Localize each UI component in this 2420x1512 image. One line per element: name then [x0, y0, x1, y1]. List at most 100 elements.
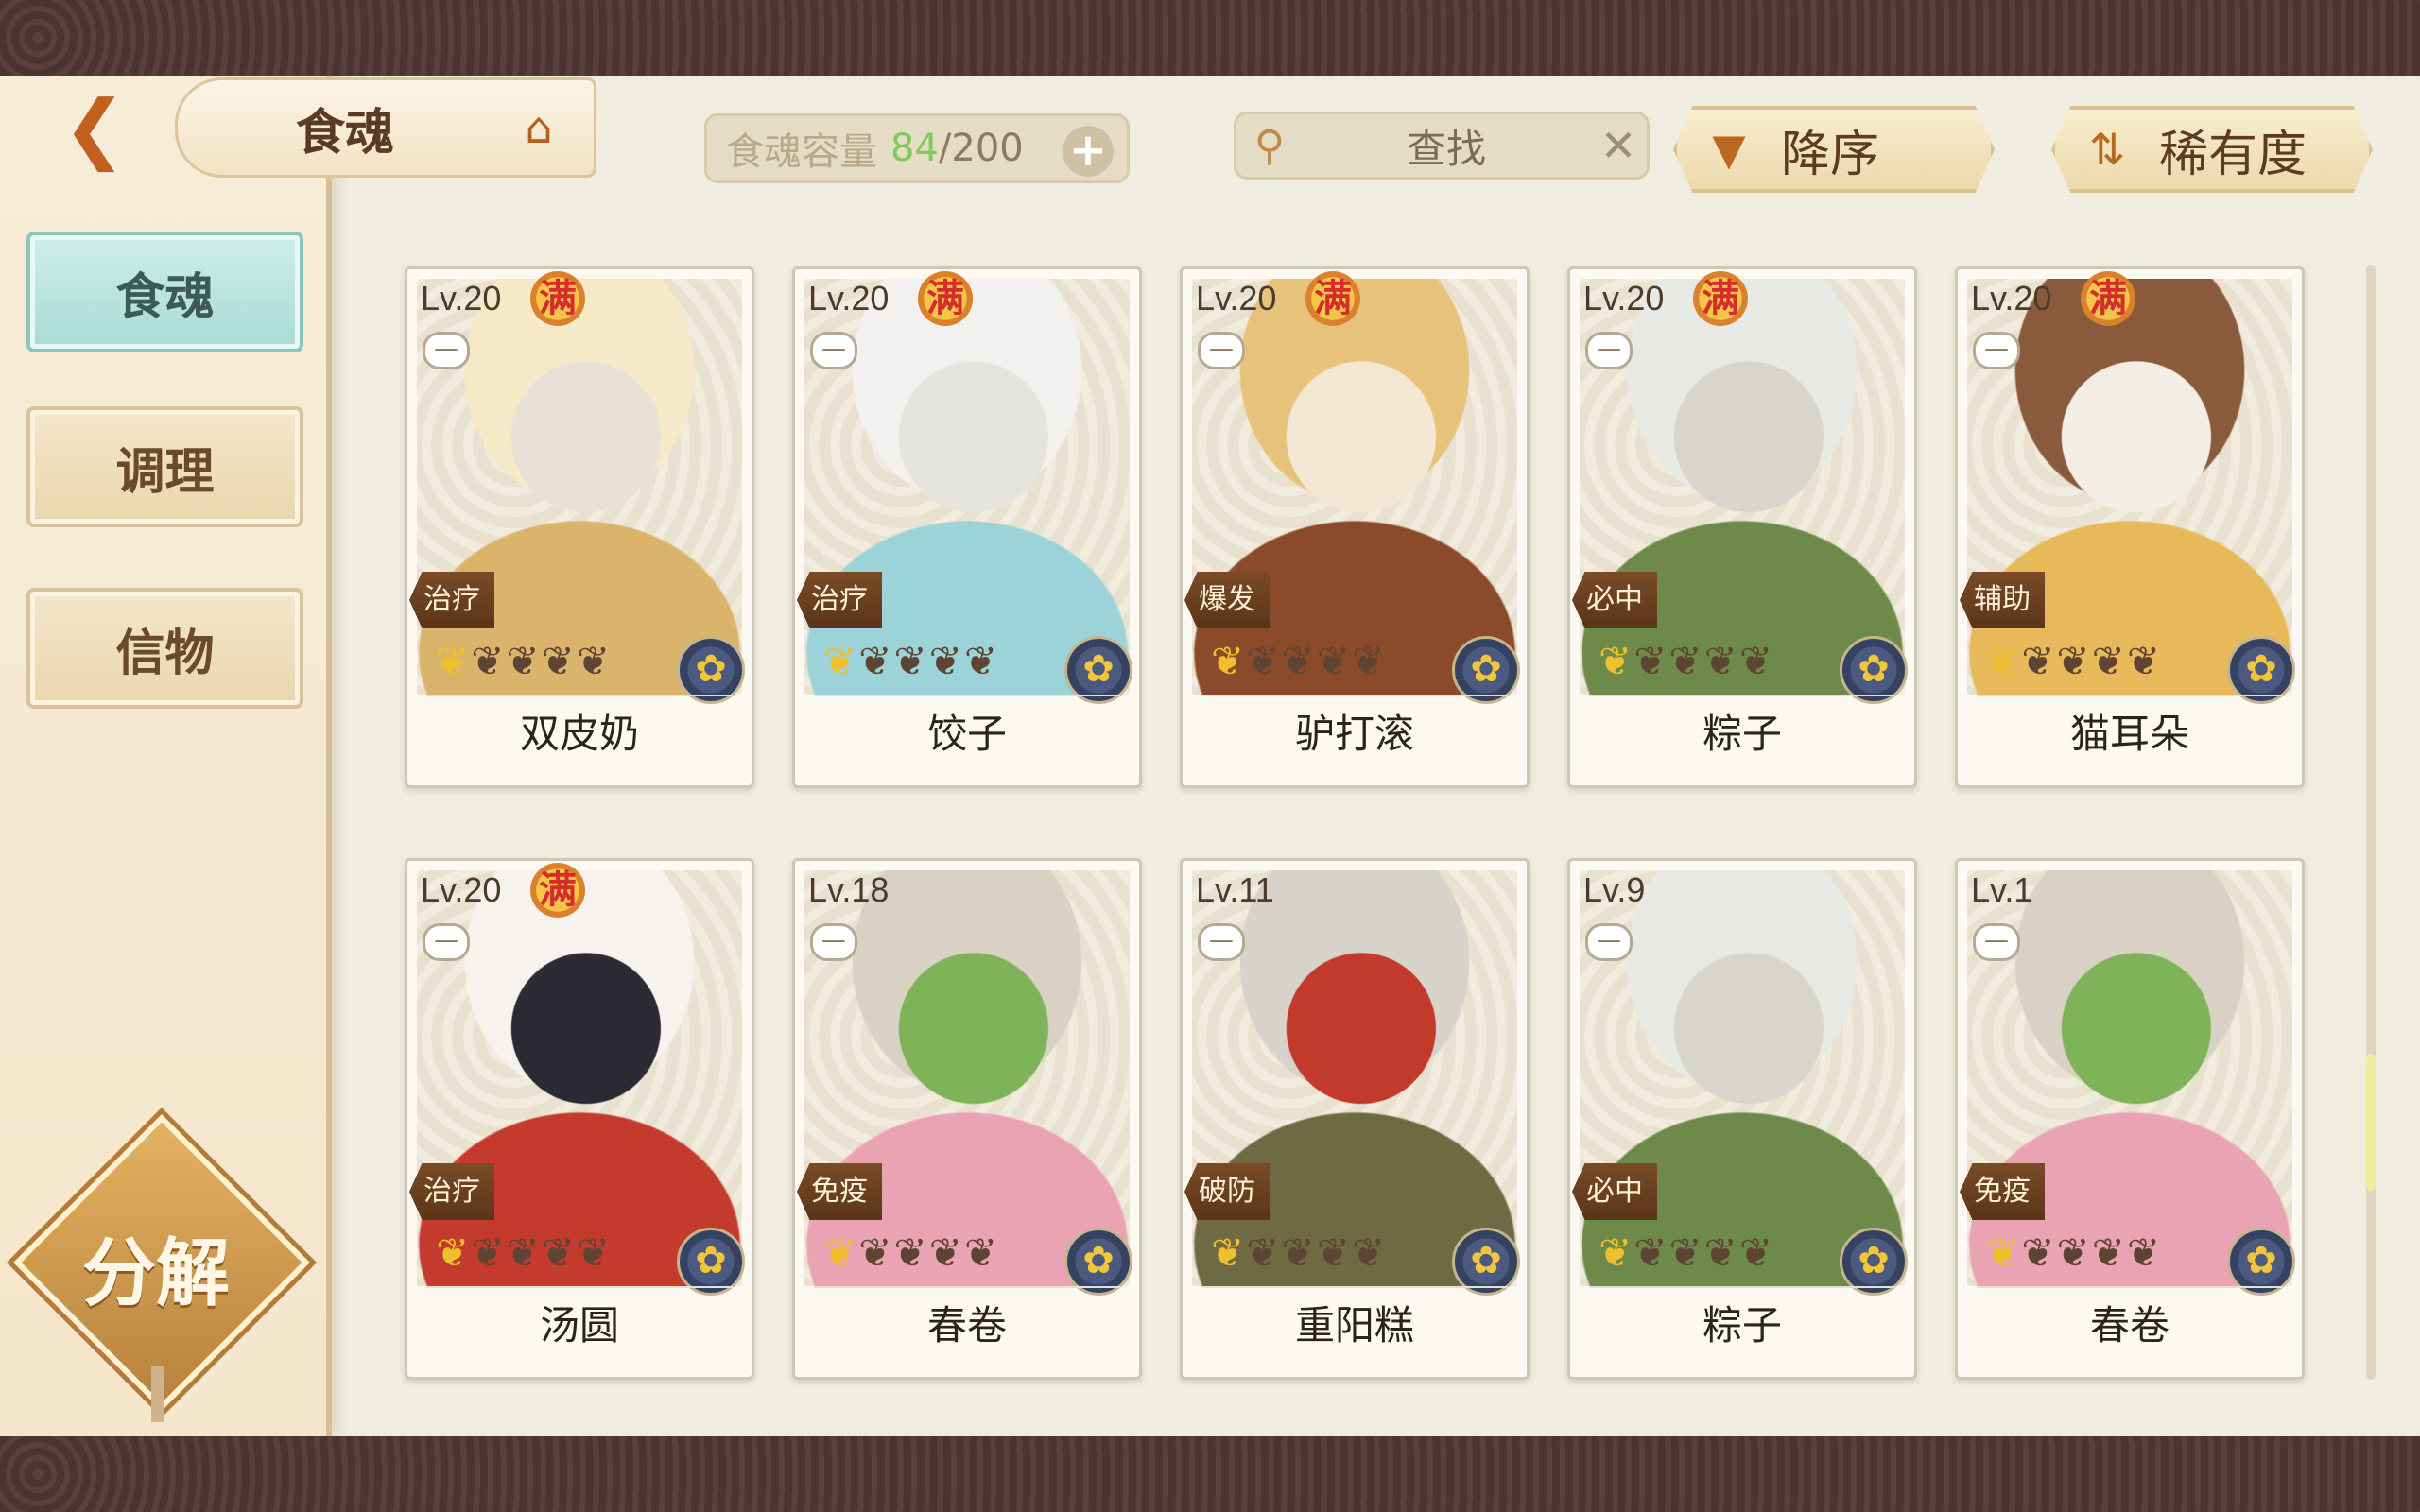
- lock-icon[interactable]: —: [1973, 332, 2020, 369]
- capacity-max: 200: [951, 127, 1024, 170]
- name-divider: [1977, 695, 2283, 696]
- food-soul-card[interactable]: Lv.18— 免疫 ❦❦❦❦❦ ✿ 春卷: [792, 858, 1142, 1380]
- lock-icon[interactable]: —: [423, 332, 470, 369]
- lit-flame-icon: ❦: [1211, 1229, 1247, 1276]
- unlit-flame-icon: ❦: [541, 1229, 577, 1276]
- star-rating: ❦❦❦❦❦: [1599, 638, 1774, 684]
- food-soul-name: 驴打滚: [1294, 711, 1414, 757]
- star-rating: ❦❦❦❦❦: [1211, 638, 1387, 684]
- unlit-flame-icon: ❦: [1246, 1229, 1282, 1276]
- name-divider: [426, 1286, 733, 1288]
- food-soul-card[interactable]: Lv.11— 破防 ❦❦❦❦❦ ✿ 重阳糕: [1180, 858, 1530, 1380]
- food-soul-name: 粽子: [1702, 711, 1782, 757]
- star-rating: ❦❦❦❦❦: [1986, 1229, 2162, 1276]
- card-level: Lv.9: [1583, 870, 1646, 909]
- food-soul-card[interactable]: Lv.20 满 — 辅助 ❦❦❦❦❦ ✿ 猫耳朵: [1955, 266, 2305, 788]
- unlit-flame-icon: ❦: [541, 638, 577, 684]
- name-divider: [1201, 695, 1508, 696]
- name-divider: [1589, 1286, 1895, 1288]
- tab-tokens[interactable]: 信物: [26, 588, 303, 709]
- unlit-flame-icon: ❦: [576, 1229, 613, 1276]
- magnifier-icon: ⚲: [1253, 121, 1286, 170]
- unlit-flame-icon: ❦: [1668, 638, 1704, 684]
- unlit-flame-icon: ❦: [2091, 1229, 2127, 1276]
- triangle-down-icon: ▼: [1712, 124, 1746, 175]
- pavilion-icon[interactable]: ⌂: [512, 101, 565, 154]
- food-soul-card[interactable]: Lv.20 满 — 必中 ❦❦❦❦❦ ✿ 粽子: [1567, 266, 1917, 788]
- lock-icon[interactable]: —: [810, 923, 857, 961]
- back-button[interactable]: ❮: [28, 83, 161, 172]
- unlit-flame-icon: ❦: [928, 1229, 964, 1276]
- food-soul-card[interactable]: Lv.1— 免疫 ❦❦❦❦❦ ✿ 春卷: [1955, 858, 2305, 1380]
- capacity-separator: /: [938, 127, 952, 170]
- food-soul-card[interactable]: Lv.20 满 — 治疗 ❦❦❦❦❦ ✿ 双皮奶: [405, 266, 754, 788]
- unlit-flame-icon: ❦: [471, 1229, 507, 1276]
- unlit-flame-icon: ❦: [1738, 1229, 1775, 1276]
- capacity-current: 84: [890, 127, 939, 170]
- food-soul-card[interactable]: Lv.20 满 — 治疗 ❦❦❦❦❦ ✿ 饺子: [792, 266, 1142, 788]
- star-rating: ❦❦❦❦❦: [1599, 1229, 1774, 1276]
- star-rating: ❦❦❦❦❦: [823, 638, 999, 684]
- scrollbar-track[interactable]: [2366, 265, 2376, 1380]
- role-badge: 治疗: [409, 1163, 494, 1220]
- role-badge: 爆发: [1184, 572, 1270, 628]
- card-level: Lv.20: [1196, 279, 1277, 318]
- card-level: Lv.20: [808, 279, 890, 318]
- unlit-flame-icon: ❦: [1281, 638, 1317, 684]
- unlit-flame-icon: ❦: [2091, 638, 2127, 684]
- lock-icon[interactable]: —: [423, 923, 470, 961]
- card-level: Lv.11: [1196, 870, 1274, 909]
- title-plate: 食魂 ⌂: [175, 77, 596, 178]
- name-divider: [814, 695, 1120, 696]
- star-rating: ❦❦❦❦❦: [1986, 638, 2162, 684]
- role-badge: 必中: [1572, 572, 1657, 628]
- max-level-badge: 满: [530, 271, 585, 326]
- food-soul-name: 粽子: [1702, 1302, 1782, 1349]
- food-soul-name: 猫耳朵: [2069, 711, 2189, 757]
- capacity-label: 食魂容量: [726, 130, 877, 174]
- card-level: Lv.20: [421, 279, 502, 318]
- food-soul-card[interactable]: Lv.20 满 — 治疗 ❦❦❦❦❦ ✿ 汤圆: [405, 858, 754, 1380]
- card-level: Lv.20: [1583, 279, 1665, 318]
- search-field[interactable]: ⚲ 查找 ✕: [1234, 112, 1650, 180]
- search-label: 查找: [1406, 125, 1486, 172]
- unlit-flame-icon: ❦: [1351, 1229, 1388, 1276]
- lock-icon[interactable]: —: [1198, 332, 1245, 369]
- sort-field-button[interactable]: ⇅ 稀有度: [2051, 106, 2373, 193]
- lit-flame-icon: ❦: [823, 638, 859, 684]
- unlit-flame-icon: ❦: [2021, 638, 2057, 684]
- lit-flame-icon: ❦: [1986, 1229, 2022, 1276]
- tab-food-souls[interactable]: 食魂: [26, 232, 303, 352]
- card-level: Lv.20: [421, 870, 502, 909]
- max-level-badge: 满: [1693, 271, 1748, 326]
- tab-conditioning[interactable]: 调理: [26, 406, 303, 527]
- unlit-flame-icon: ❦: [1634, 1229, 1669, 1276]
- star-rating: ❦❦❦❦❦: [436, 638, 612, 684]
- lock-icon[interactable]: —: [810, 332, 857, 369]
- lit-flame-icon: ❦: [436, 638, 472, 684]
- decompose-label[interactable]: 分解: [52, 1214, 260, 1320]
- lock-icon[interactable]: —: [1198, 923, 1245, 961]
- lock-icon[interactable]: —: [1973, 923, 2020, 961]
- star-rating: ❦❦❦❦❦: [823, 1229, 999, 1276]
- card-level: Lv.18: [808, 870, 890, 909]
- sort-order-button[interactable]: ▼ 降序: [1673, 106, 1995, 193]
- food-soul-card[interactable]: Lv.20 满 — 爆发 ❦❦❦❦❦ ✿ 驴打滚: [1180, 266, 1530, 788]
- lock-icon[interactable]: —: [1585, 923, 1633, 961]
- role-badge: 免疫: [797, 1163, 882, 1220]
- scrollbar-thumb[interactable]: [2366, 1054, 2376, 1191]
- back-arrow-icon: ❮: [62, 83, 127, 172]
- add-capacity-button[interactable]: +: [1063, 126, 1114, 177]
- unlit-flame-icon: ❦: [1738, 638, 1775, 684]
- role-badge: 必中: [1572, 1163, 1657, 1220]
- lock-icon[interactable]: —: [1585, 332, 1633, 369]
- sort-order-label: 降序: [1781, 126, 1880, 183]
- food-soul-card[interactable]: Lv.9— 必中 ❦❦❦❦❦ ✿ 粽子: [1567, 858, 1917, 1380]
- lit-flame-icon: ❦: [1211, 638, 1247, 684]
- food-soul-name: 春卷: [926, 1302, 1007, 1349]
- role-badge: 辅助: [1960, 572, 2045, 628]
- clear-search-button[interactable]: ✕: [1590, 120, 1647, 171]
- name-divider: [1201, 1286, 1508, 1288]
- unlit-flame-icon: ❦: [1703, 638, 1739, 684]
- unlit-flame-icon: ❦: [2021, 1229, 2057, 1276]
